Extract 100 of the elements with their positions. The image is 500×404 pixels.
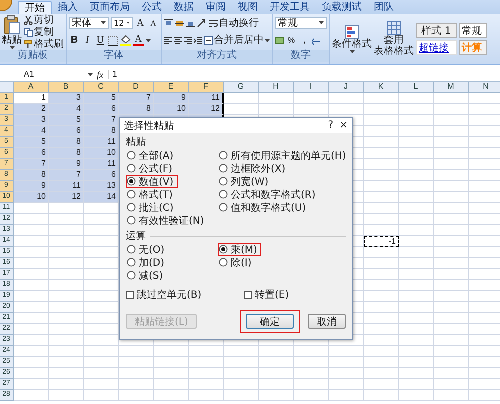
option-label[interactable]: 公式和数字格式(R) <box>231 188 316 202</box>
option-label[interactable]: 公式(F) <box>139 162 173 176</box>
dialog-button[interactable]: 确定 <box>246 314 294 329</box>
indent-icon[interactable] <box>194 36 202 45</box>
column-header[interactable]: D <box>119 82 154 93</box>
radio-button[interactable] <box>127 271 136 280</box>
ribbon-tab[interactable]: 页面布局 <box>84 1 136 14</box>
checkbox-label[interactable]: 跳过空单元(B) <box>137 288 202 302</box>
checkbox[interactable] <box>126 291 134 299</box>
option-label[interactable]: 乘(M) <box>231 242 258 256</box>
column-header[interactable]: G <box>224 82 259 93</box>
option-label[interactable]: 全部(A) <box>139 148 174 162</box>
column-header[interactable]: F <box>189 82 224 93</box>
column-header[interactable]: I <box>294 82 329 93</box>
option-label[interactable]: 值和数字格式(U) <box>231 200 306 214</box>
cell-style-swatch[interactable]: 常规 <box>459 23 487 38</box>
cell-style-swatch[interactable]: 超链接 <box>416 40 457 55</box>
column-header[interactable]: H <box>259 82 294 93</box>
radio-button[interactable] <box>127 203 136 212</box>
underline-button[interactable]: U <box>95 34 106 47</box>
italic-button[interactable]: I <box>82 34 93 47</box>
column-header[interactable]: A <box>14 82 49 93</box>
column-header[interactable]: L <box>399 82 434 93</box>
align-middle-icon[interactable] <box>175 18 184 28</box>
column-header[interactable]: C <box>84 82 119 93</box>
dialog-button[interactable]: 取消 <box>308 314 346 329</box>
column-header[interactable]: M <box>434 82 469 93</box>
option-label[interactable]: 除(I) <box>231 256 252 270</box>
ribbon-tab[interactable]: 开始 <box>18 1 52 14</box>
column-header[interactable]: J <box>329 82 364 93</box>
option-label[interactable]: 所有使用源主题的单元(H) <box>231 148 346 162</box>
font-name-dropdown[interactable]: 宋体 <box>69 17 109 30</box>
radio-button[interactable] <box>127 151 136 160</box>
radio-button[interactable] <box>127 245 136 254</box>
radio-button[interactable] <box>219 258 228 267</box>
ribbon-tab[interactable]: 团队 <box>368 1 400 14</box>
radio-button[interactable] <box>127 164 136 173</box>
ribbon-tab[interactable]: 开发工具 <box>264 1 316 14</box>
radio-button[interactable] <box>219 177 228 186</box>
merge-center-button[interactable]: 合并后居中 <box>204 35 270 46</box>
currency-icon[interactable] <box>275 36 284 46</box>
radio-button[interactable] <box>219 203 228 212</box>
option-label[interactable]: 无(O) <box>139 242 165 256</box>
option-label[interactable]: 批注(C) <box>139 200 174 214</box>
column-header[interactable]: N <box>469 82 500 93</box>
name-box[interactable]: A1 <box>16 70 84 79</box>
border-icon[interactable] <box>108 36 118 46</box>
checkbox[interactable] <box>244 291 252 299</box>
cut-button[interactable]: 剪切 <box>24 15 64 26</box>
radio-button[interactable] <box>127 177 136 186</box>
radio-button[interactable] <box>219 151 228 160</box>
option-label[interactable]: 减(S) <box>139 268 164 282</box>
option-label[interactable]: 边框除外(X) <box>231 162 286 176</box>
checkbox-label[interactable]: 转置(E) <box>255 288 290 302</box>
close-button[interactable]: × <box>340 120 348 131</box>
column-header[interactable]: B <box>49 82 84 93</box>
align-top-icon[interactable] <box>164 18 173 28</box>
option-label[interactable]: 列宽(W) <box>231 174 269 188</box>
font-color-button[interactable]: A <box>133 35 144 46</box>
ribbon-tab[interactable]: 公式 <box>136 1 168 14</box>
option-label[interactable]: 格式(T) <box>139 188 173 202</box>
orientation-icon[interactable] <box>197 18 207 28</box>
number-format-dropdown[interactable]: 常规 <box>275 17 327 30</box>
cell-style-swatch[interactable]: 样式 1 <box>416 23 457 38</box>
format-painter-button[interactable]: 格式刷 <box>24 39 64 50</box>
paste-button[interactable]: 粘贴 <box>2 14 22 50</box>
radio-button[interactable] <box>127 258 136 267</box>
option-label[interactable]: 加(D) <box>139 256 165 270</box>
function-button[interactable]: fx <box>97 70 104 80</box>
align-left-icon[interactable] <box>164 36 172 45</box>
option-label[interactable]: 有效性验证(N) <box>139 214 204 228</box>
help-button[interactable]: ? <box>328 120 334 131</box>
ribbon-tab[interactable]: 视图 <box>232 1 264 14</box>
column-header[interactable]: K <box>364 82 399 93</box>
ribbon-tab[interactable]: 审阅 <box>200 1 232 14</box>
radio-button[interactable] <box>219 245 228 254</box>
radio-button[interactable] <box>127 190 136 199</box>
formula-field[interactable]: 1 <box>108 70 118 79</box>
align-right-icon[interactable] <box>184 36 192 45</box>
bold-button[interactable]: B <box>69 34 80 47</box>
comma-button[interactable]: , <box>299 34 310 47</box>
radio-button[interactable] <box>127 216 136 225</box>
option-label[interactable]: 数值(V) <box>139 174 174 188</box>
font-size-dropdown[interactable]: 12 <box>111 17 133 30</box>
ribbon-tab[interactable]: 数据 <box>168 1 200 14</box>
column-header[interactable]: E <box>154 82 189 93</box>
shrink-font-button[interactable]: A <box>148 17 159 30</box>
table-format-button[interactable]: 套用 表格格式 <box>374 15 414 63</box>
grow-font-button[interactable]: A <box>135 17 146 30</box>
radio-button[interactable] <box>219 190 228 199</box>
fill-color-icon[interactable] <box>120 35 131 46</box>
ribbon-tab[interactable]: 负载测试 <box>316 1 368 14</box>
wrap-text-button[interactable]: 自动换行 <box>209 18 259 29</box>
ribbon-tab[interactable]: 插入 <box>52 1 84 14</box>
copy-button[interactable]: 复制 <box>24 27 64 38</box>
radio-button[interactable] <box>219 164 228 173</box>
percent-button[interactable]: % <box>286 34 297 47</box>
decimal-icon[interactable] <box>312 36 321 46</box>
align-center-icon[interactable] <box>174 36 182 45</box>
conditional-format-button[interactable]: 条件格式 <box>332 15 372 63</box>
